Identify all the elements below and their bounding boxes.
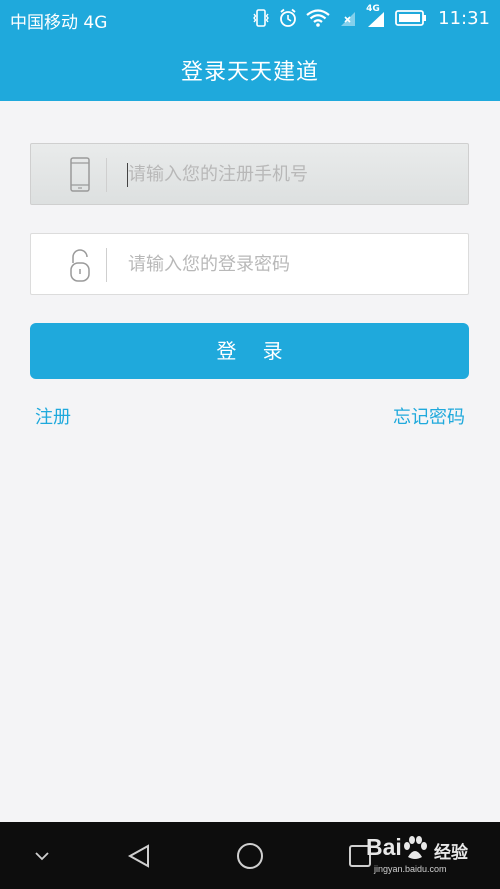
phone-field[interactable] — [30, 143, 469, 205]
password-field[interactable] — [30, 233, 469, 295]
phone-field-divider — [106, 158, 107, 192]
phone-icon — [70, 157, 90, 192]
lock-icon — [70, 249, 90, 282]
clock: 11:31 — [438, 7, 490, 29]
password-input[interactable] — [128, 234, 458, 294]
back-icon[interactable] — [126, 843, 152, 869]
phone-input[interactable] — [128, 144, 458, 204]
chevron-down-icon[interactable] — [34, 851, 50, 861]
paw-icon — [404, 836, 427, 859]
login-button[interactable]: 登 录 — [30, 323, 469, 379]
app-header: 登录天天建道 — [0, 36, 500, 101]
no-sim-icon — [341, 12, 356, 26]
forgot-password-link[interactable]: 忘记密码 — [393, 403, 465, 429]
status-bar: 中国移动 4G 4G 11:31 — [0, 0, 500, 36]
navigation-bar: Bai 经验 jingyan.baidu.com — [0, 822, 500, 889]
wifi-icon — [306, 9, 330, 27]
battery-icon — [395, 10, 427, 26]
alarm-icon — [280, 8, 297, 27]
baidu-jingyan-watermark: Bai 经验 jingyan.baidu.com — [362, 832, 490, 884]
watermark-suffix: 经验 — [434, 843, 468, 863]
watermark-brand: Bai — [366, 834, 402, 860]
status-icons: 4G 11:31 — [252, 4, 490, 31]
home-icon[interactable] — [236, 842, 264, 870]
register-link[interactable]: 注册 — [35, 403, 71, 429]
page-title: 登录天天建道 — [180, 60, 319, 85]
password-field-divider — [106, 248, 107, 282]
carrier-label: 中国移动 4G — [10, 13, 108, 33]
vibrate-icon — [253, 9, 269, 27]
watermark-url: jingyan.baidu.com — [374, 864, 447, 874]
signal-icon — [368, 12, 385, 27]
